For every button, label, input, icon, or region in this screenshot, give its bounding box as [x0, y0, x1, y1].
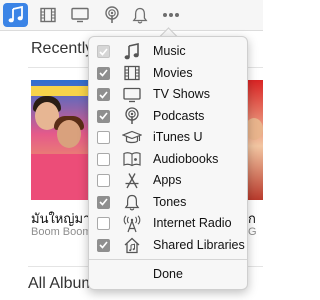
more-icon [162, 13, 179, 17]
artwork-figure [57, 120, 81, 148]
menu-item-tones[interactable]: Tones [89, 192, 247, 214]
bell-icon [122, 193, 142, 212]
menu-item-movies[interactable]: Movies [89, 63, 247, 85]
menu-item-label: Audiobooks [153, 151, 219, 166]
album-artist[interactable]: Boom Boom [31, 226, 92, 238]
menu-item-label: Movies [153, 65, 193, 80]
menu-item-itunes-u[interactable]: iTunes U [89, 127, 247, 149]
checkmark-icon [99, 198, 108, 206]
album-artist[interactable]: G [248, 226, 257, 238]
menu-item-label: Music [153, 44, 186, 58]
film-icon [39, 7, 56, 23]
tv-icon [70, 7, 89, 23]
menu-item-apps[interactable]: Apps [89, 170, 247, 192]
menu-item-label: TV Shows [153, 87, 210, 101]
media-kinds-list: Music Movies TV Shows Podcasts iTunes U … [89, 41, 247, 256]
menu-item-audiobooks[interactable]: Audiobooks [89, 149, 247, 171]
menu-item-internet-radio[interactable]: Internet Radio [89, 213, 247, 235]
checkmark-icon [99, 90, 108, 99]
artwork-figure [31, 154, 89, 200]
menu-item-label: Shared Libraries [153, 237, 245, 252]
checkbox[interactable] [97, 131, 110, 144]
checkbox[interactable] [97, 238, 110, 252]
tones-tab[interactable] [127, 3, 152, 27]
divider [89, 259, 247, 260]
menu-item-label: Tones [153, 194, 187, 209]
checkbox[interactable] [97, 174, 110, 187]
checkbox[interactable] [97, 109, 110, 123]
apps-icon [122, 171, 142, 190]
more-button[interactable] [158, 3, 183, 27]
graduation-cap-icon [122, 128, 142, 147]
radio-tower-icon [122, 214, 142, 233]
checkmark-icon [99, 47, 108, 56]
checkbox[interactable] [97, 217, 110, 230]
checkbox[interactable] [97, 66, 110, 80]
checkmark-icon [99, 69, 108, 77]
checkbox[interactable] [97, 152, 110, 166]
podcast-icon [104, 6, 119, 23]
film-icon [122, 64, 142, 83]
menu-item-label: Podcasts [153, 108, 205, 123]
checkbox[interactable] [97, 195, 110, 209]
movies-tab[interactable] [35, 3, 60, 27]
checkmark-icon [99, 241, 108, 249]
menu-item-shared-libraries[interactable]: Shared Libraries [89, 235, 247, 257]
bell-icon [132, 7, 147, 23]
artwork-stripe [31, 86, 89, 96]
menu-item-music[interactable]: Music [89, 41, 247, 63]
menu-item-label: iTunes U [153, 130, 203, 144]
checkbox[interactable] [97, 45, 110, 58]
tv-shows-tab[interactable] [67, 3, 92, 27]
media-kinds-popover: Music Movies TV Shows Podcasts iTunes U … [88, 36, 248, 290]
checkmark-icon [99, 112, 108, 120]
recently-added-title: Recently [31, 40, 94, 57]
podcast-icon [122, 107, 142, 126]
menu-item-label: Internet Radio [153, 216, 232, 230]
toolbar [0, 0, 263, 31]
menu-item-tv-shows[interactable]: TV Shows [89, 84, 247, 106]
podcasts-tab[interactable] [99, 3, 124, 27]
menu-item-label: Apps [153, 173, 182, 187]
music-note-icon [122, 42, 142, 61]
tv-icon [122, 85, 142, 104]
album-artwork[interactable] [31, 80, 89, 200]
audiobook-icon [122, 150, 142, 169]
shared-library-icon [122, 236, 142, 255]
music-tab[interactable] [3, 3, 28, 27]
checkbox[interactable] [97, 88, 110, 101]
done-button[interactable]: Done [89, 261, 247, 287]
music-note-icon [8, 6, 23, 23]
menu-item-podcasts[interactable]: Podcasts [89, 106, 247, 128]
